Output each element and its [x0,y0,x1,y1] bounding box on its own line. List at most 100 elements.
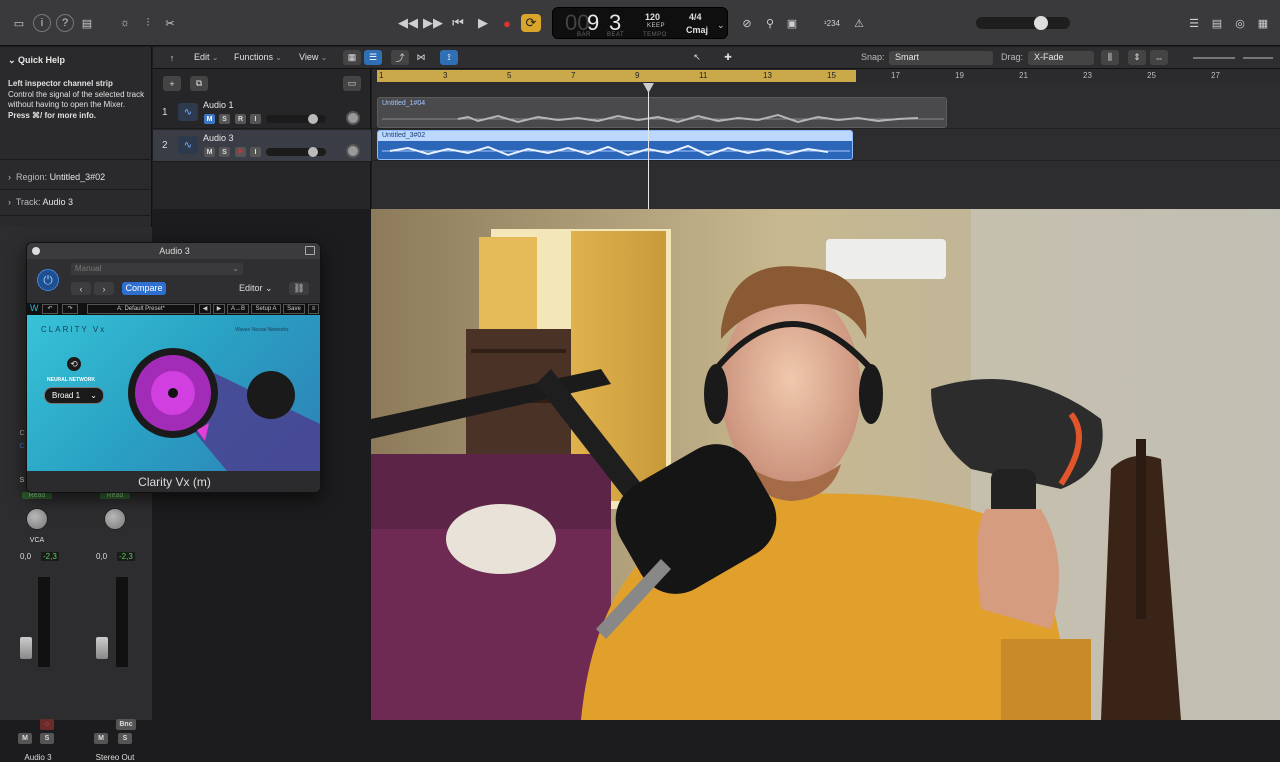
view-menu[interactable]: View [299,52,327,62]
bounce-button[interactable]: Bnc [116,719,136,730]
volume-fader[interactable] [96,637,108,659]
editors-icon[interactable]: ✂ [161,14,179,32]
track-inspector-row[interactable]: › Track: Audio 3 [8,197,73,207]
global-tracks-icon[interactable]: ▭ [343,76,361,91]
input-monitor-button[interactable]: I [250,114,261,124]
track-row[interactable]: 1 ∿ Audio 1 M S R I [153,97,371,129]
volume-slider[interactable] [266,147,326,157]
add-track-icon[interactable]: + [163,76,181,91]
count-in-button[interactable]: ¹234 [819,14,845,32]
record-button[interactable]: R [235,114,246,124]
expand-icon[interactable] [305,246,315,255]
next-icon[interactable]: ▶ [213,304,225,314]
view-dropdown[interactable]: Editor ⌄ [239,282,283,295]
save-button[interactable]: Save [283,304,305,314]
list-view-icon[interactable]: ☰ [364,50,382,65]
fast-forward-icon[interactable]: ▶▶ [423,14,443,32]
pan-knob[interactable] [346,111,360,125]
duplicate-track-icon[interactable]: ⧉ [190,76,208,91]
reset-icon[interactable]: ⟲ [67,357,81,371]
mute-button[interactable]: M [204,147,215,157]
input-monitor-button[interactable]: I [250,147,261,157]
pan-knob[interactable] [26,508,48,530]
master-volume-slider[interactable] [976,16,1070,30]
cycle-icon[interactable]: ⟳ [521,14,541,32]
functions-menu[interactable]: Functions [234,52,282,62]
waves-preset-dropdown[interactable]: A: Default Preset* [87,304,195,314]
waveform-zoom-icon[interactable]: ⫼ [1101,50,1119,65]
prev-icon[interactable]: ◀ [199,304,211,314]
snap-dropdown[interactable]: Smart [889,51,993,65]
browser-icon[interactable]: ▦ [1254,14,1272,32]
mute-button[interactable]: M [18,733,32,744]
link-icon[interactable]: ⛓ [289,282,309,295]
audio-region-selected[interactable]: Untitled_3#02 [377,130,853,160]
region-inspector-row[interactable]: › Region: Untitled_3#02 [8,172,105,182]
track-row[interactable]: 2 ∿ Audio 3 M S R I [153,130,371,162]
track-name[interactable]: Audio 3 [203,133,234,143]
smart-controls-icon[interactable]: ☼ [116,14,134,32]
loop-browser-icon[interactable]: ◎ [1231,14,1249,32]
toolbar-icon[interactable]: ▤ [78,14,96,32]
catch-icon[interactable]: ⟟ [440,50,458,65]
play-icon[interactable]: ▶ [473,14,493,32]
cycle-area[interactable] [377,70,856,82]
solo-button[interactable]: S [219,114,230,124]
amount-knob[interactable] [128,348,218,438]
mute-button[interactable]: M [94,733,108,744]
redo-icon[interactable]: ↷ [62,304,78,314]
automation-mode[interactable]: Read [22,492,52,499]
solo-button[interactable]: S [40,733,54,744]
tuner-icon[interactable]: ⚲ [761,14,779,32]
record-button[interactable]: R [235,147,246,157]
close-icon[interactable] [32,247,40,255]
menu-icon[interactable]: ≡ [308,304,319,314]
audio-region[interactable]: Untitled_1#04 [377,97,947,128]
rewind-icon[interactable]: ◀◀ [398,14,418,32]
metronome-icon[interactable]: ⚠ [850,14,868,32]
go-to-start-icon[interactable]: ⏮ [448,14,468,32]
mixer-icon[interactable]: ⫶ [139,14,157,32]
pan-knob[interactable] [346,144,360,158]
mute-button[interactable]: M [204,114,215,124]
pan-knob[interactable] [104,508,126,530]
setup-button[interactable]: Setup A [251,304,281,314]
horizontal-zoom-icon[interactable]: ⇔ [1150,50,1168,65]
inspector-icon[interactable]: i [33,14,51,32]
library-icon[interactable]: ▭ [10,14,28,32]
drag-dropdown[interactable]: X-Fade [1028,51,1094,65]
automation-mode[interactable]: Read [100,492,130,499]
record-icon[interactable]: ● [497,14,517,32]
list-editors-icon[interactable]: ☰ [1185,14,1203,32]
notepad-icon[interactable]: ▤ [1208,14,1226,32]
master-volume-knob[interactable] [1034,16,1048,30]
power-icon[interactable]: ⏻ [37,269,59,291]
playhead[interactable] [648,83,649,209]
ab-button[interactable]: A→B [227,304,249,314]
vca-label[interactable]: VCA [22,537,52,544]
record-enable-button[interactable]: ○ [40,719,54,730]
compare-button[interactable]: Compare [122,282,166,295]
solo-mode-icon[interactable]: ▣ [783,14,801,32]
solo-button[interactable]: S [219,147,230,157]
volume-fader[interactable] [20,637,32,659]
up-arrow-icon[interactable]: ↑ [163,50,181,65]
vertical-zoom-icon[interactable]: ⇕ [1128,50,1146,65]
replace-icon[interactable]: ⊘ [738,14,756,32]
lcd-display[interactable]: 00 9 3 BAR BEAT 120 KEEP TEMPO 4/4 Cmaj … [552,7,728,39]
volume-knob[interactable] [308,114,318,124]
zoom-slider[interactable] [1193,57,1235,59]
chevron-down-icon[interactable]: ⌄ [717,20,725,31]
volume-slider[interactable] [266,114,326,124]
bar-ruler[interactable]: 1 3 5 7 9 11 13 15 17 19 21 23 25 27 [372,69,1280,83]
previous-preset-button[interactable]: ‹ [71,282,91,295]
track-name[interactable]: Audio 1 [203,100,234,110]
secondary-tool-icon[interactable]: ✚ [719,50,737,65]
undo-icon[interactable]: ↶ [42,304,58,314]
tracks-area[interactable]: Untitled_1#04 Untitled_3#02 [372,83,1280,209]
quick-help-title[interactable]: ⌄ Quick Help [8,55,65,66]
volume-knob[interactable] [308,147,318,157]
next-preset-button[interactable]: › [94,282,114,295]
automation-icon[interactable]: ⤴ [391,50,409,65]
edit-menu[interactable]: Edit [194,52,218,62]
